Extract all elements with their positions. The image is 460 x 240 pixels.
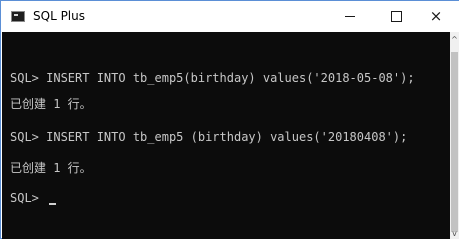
scroll-up-arrow-icon[interactable]: ^ bbox=[450, 34, 459, 46]
console-line: SQL> INSERT INTO tb_emp5 (birthday) valu… bbox=[10, 130, 408, 144]
prompt-text: SQL> bbox=[10, 191, 47, 205]
title-bar[interactable]: SQL Plus × bbox=[1, 1, 459, 32]
console-area[interactable]: SQL> INSERT INTO tb_emp5(birthday) value… bbox=[2, 32, 450, 239]
vertical-scrollbar[interactable]: ^ v bbox=[450, 32, 459, 239]
maximize-icon bbox=[390, 11, 402, 22]
close-button[interactable]: × bbox=[413, 1, 459, 32]
close-icon: × bbox=[429, 7, 443, 25]
scrollbar-thumb[interactable] bbox=[451, 52, 458, 232]
text-cursor bbox=[49, 203, 57, 205]
scroll-down-arrow-icon[interactable]: v bbox=[450, 229, 459, 239]
console-line: SQL> INSERT INTO tb_emp5(birthday) value… bbox=[10, 71, 415, 85]
minimize-button[interactable] bbox=[327, 1, 373, 32]
console-prompt-line: SQL> bbox=[10, 190, 57, 206]
window-title: SQL Plus bbox=[33, 9, 85, 23]
console-line: 已创建 1 行。 bbox=[10, 97, 92, 111]
sqlplus-window: SQL Plus × SQL> INSERT INTO tb_emp5(birt… bbox=[0, 0, 459, 239]
minimize-icon bbox=[345, 16, 355, 17]
console-line: 已创建 1 行。 bbox=[10, 161, 92, 175]
console-app-icon[interactable] bbox=[11, 11, 25, 22]
